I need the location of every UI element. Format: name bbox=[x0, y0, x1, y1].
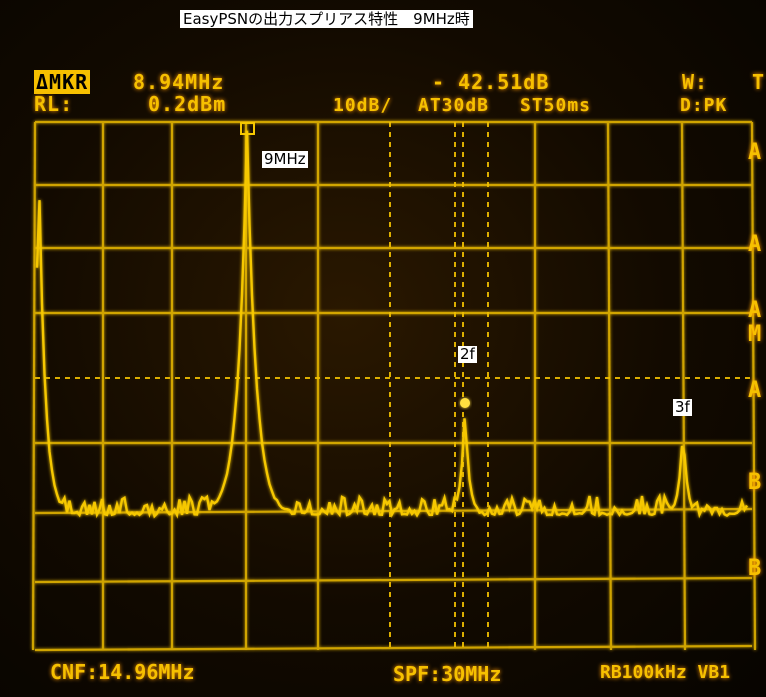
center-frequency: CNF:14.96MHz bbox=[50, 660, 195, 684]
side-indicator-5: A bbox=[748, 378, 762, 403]
graticule-dashed-lines bbox=[35, 122, 752, 650]
side-indicator-4: M bbox=[748, 322, 762, 347]
third-harmonic-label: 3f bbox=[673, 398, 692, 416]
side-indicator-3: A bbox=[748, 298, 762, 323]
graticule-and-trace bbox=[31, 120, 757, 652]
delta-marker-dot bbox=[460, 398, 470, 408]
fundamental-label: 9MHz bbox=[262, 150, 308, 168]
side-indicator-7: B bbox=[748, 556, 762, 581]
span-frequency: SPF:30MHz bbox=[393, 662, 502, 686]
side-indicator-2: A bbox=[748, 232, 762, 257]
side-indicator-6: B bbox=[748, 470, 762, 495]
spectrum-trace bbox=[35, 130, 749, 519]
side-indicator-1: A bbox=[748, 140, 762, 165]
second-harmonic-label: 2f bbox=[458, 345, 477, 363]
rbw-vbw: RB100kHz VB1 bbox=[600, 662, 731, 683]
graticule-grid bbox=[31, 120, 757, 652]
spectrum-analyzer-screen: EasyPSNの出力スプリアス特性 9MHz時 ΔMKR 8.94MHz - 4… bbox=[0, 0, 766, 697]
